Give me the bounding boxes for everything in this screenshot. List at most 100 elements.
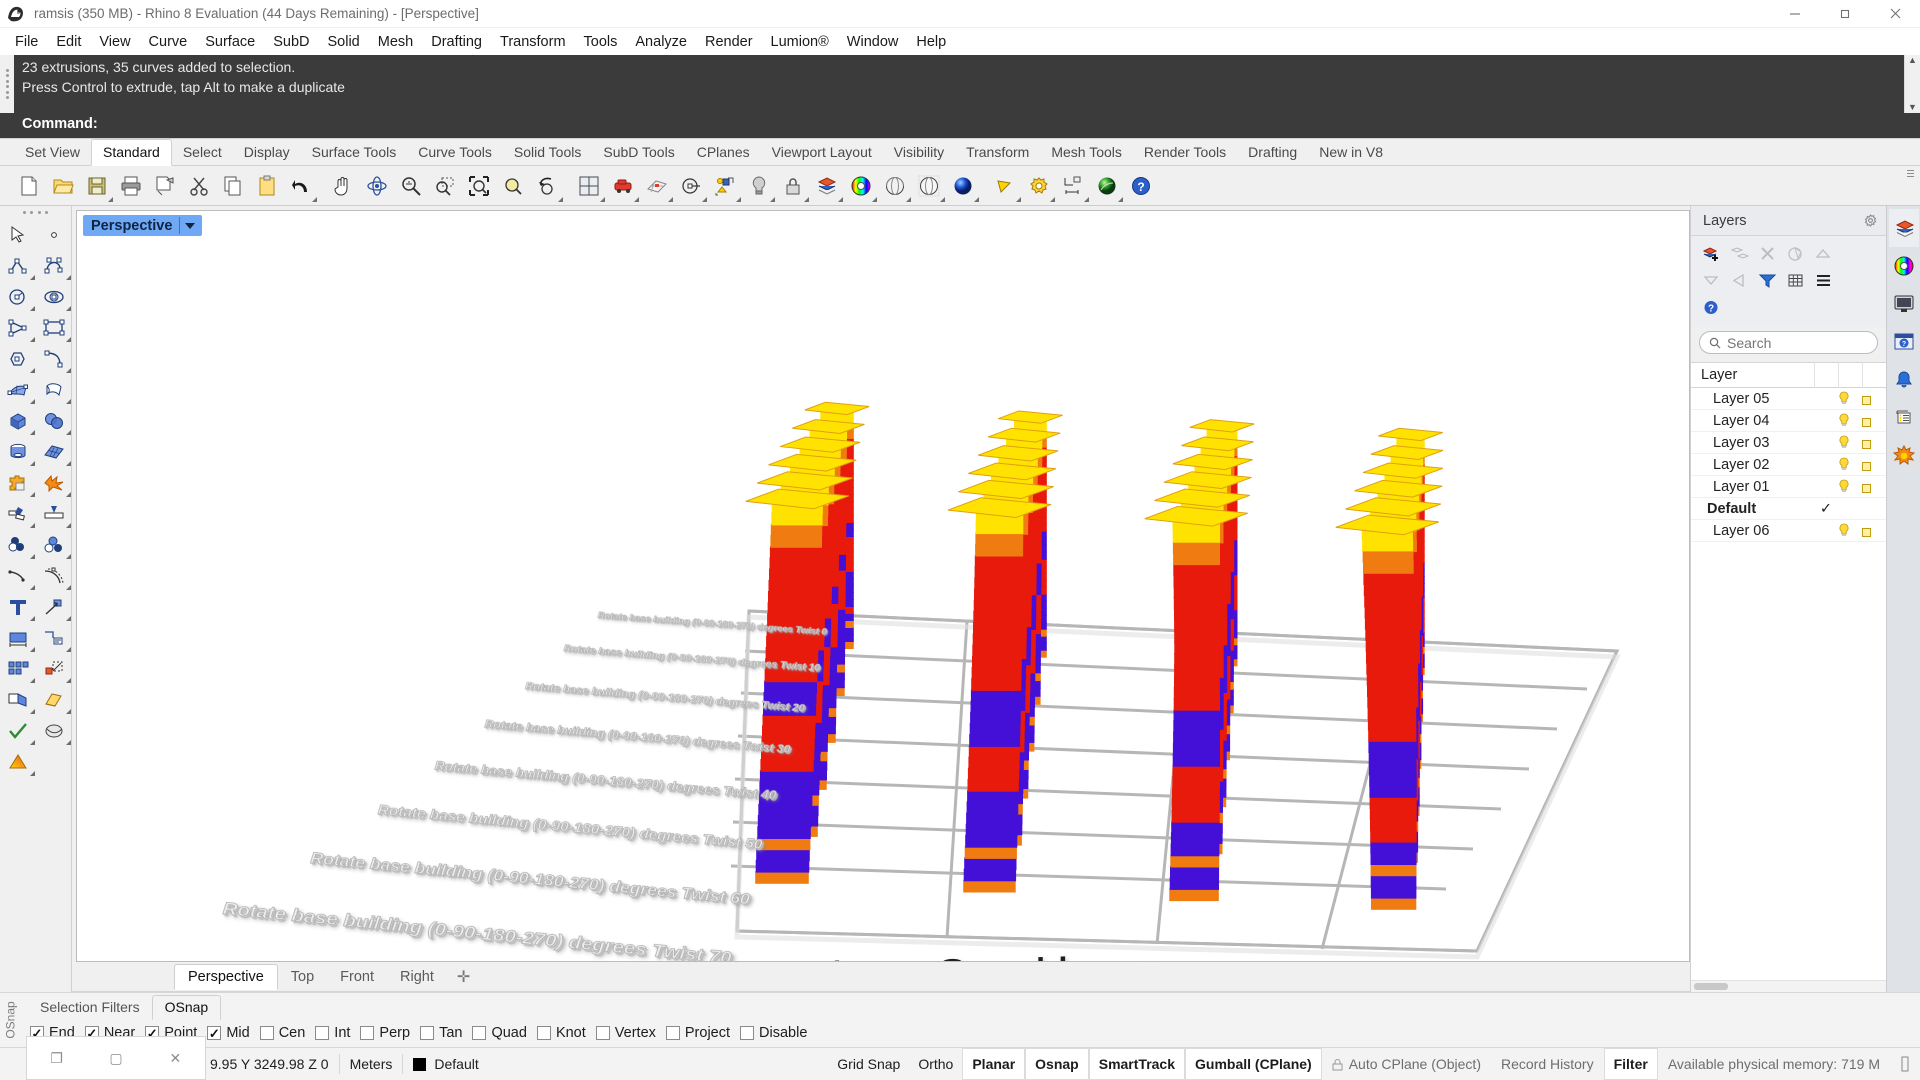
checkbox[interactable]: [536, 1026, 551, 1040]
scroll-down-arrow[interactable]: ▼: [1908, 103, 1917, 112]
copy-popup-icon[interactable]: ❐: [40, 1043, 74, 1073]
command-grip[interactable]: [0, 55, 14, 113]
boolean-spheres-icon[interactable]: [36, 405, 72, 436]
hexagon-icon[interactable]: [0, 343, 36, 374]
checkbox[interactable]: [595, 1026, 610, 1040]
toolbar-tab-transform[interactable]: Transform: [955, 140, 1040, 165]
zoom-icon[interactable]: [394, 169, 428, 203]
polyline-icon[interactable]: [0, 250, 36, 281]
menu-item-file[interactable]: File: [6, 31, 47, 53]
status-resize-grip[interactable]: [1890, 1048, 1920, 1080]
boolean-difference-icon[interactable]: [0, 529, 36, 560]
color-wheel-icon[interactable]: [844, 169, 878, 203]
rendered-sphere-icon[interactable]: [946, 169, 980, 203]
lightbulb-icon[interactable]: [1838, 413, 1862, 428]
arc-icon[interactable]: [36, 343, 72, 374]
help-icon[interactable]: ?: [1124, 169, 1158, 203]
square-popup-icon[interactable]: ▢: [99, 1043, 133, 1073]
osnap-check-int[interactable]: Int: [313, 1024, 356, 1042]
perspective-viewport[interactable]: Perspective Rotate base building (0-90-1…: [76, 210, 1690, 962]
cylinder-icon[interactable]: [0, 436, 36, 467]
new-file-icon[interactable]: [12, 169, 46, 203]
lightbulb-icon[interactable]: [1838, 435, 1862, 450]
close-popup-icon[interactable]: ✕: [158, 1043, 192, 1073]
gear-icon[interactable]: [1863, 213, 1878, 228]
status-auto-cplane[interactable]: Auto CPlane (Object): [1322, 1048, 1491, 1080]
zoom-extents-icon[interactable]: [462, 169, 496, 203]
explode-icon[interactable]: [36, 467, 72, 498]
offset-curve-icon[interactable]: [36, 560, 72, 591]
status-toggle-grid-snap[interactable]: Grid Snap: [828, 1048, 909, 1080]
layer-current-checkmark[interactable]: ✓: [1814, 501, 1838, 517]
box-solid-icon[interactable]: [0, 405, 36, 436]
menu-item-render[interactable]: Render: [696, 31, 762, 53]
undo-icon[interactable]: [284, 169, 318, 203]
checkbox[interactable]: [315, 1026, 330, 1040]
circle-icon[interactable]: [0, 281, 36, 312]
minimize-button[interactable]: [1770, 0, 1820, 28]
ellipse-icon[interactable]: [36, 281, 72, 312]
rectangle-icon[interactable]: [36, 312, 72, 343]
osnap-tab-osnap[interactable]: OSnap: [151, 995, 222, 1020]
fillet-curve-icon[interactable]: [0, 560, 36, 591]
named-cplane-icon[interactable]: [708, 169, 742, 203]
point-icon[interactable]: [36, 219, 72, 250]
lightbulb-icon[interactable]: [1838, 523, 1862, 538]
transform-icon[interactable]: [36, 591, 72, 622]
filter-icon[interactable]: [1755, 269, 1779, 291]
status-toggle-osnap[interactable]: Osnap: [1025, 1048, 1089, 1080]
layers-column-on[interactable]: [1838, 362, 1862, 388]
layer-lock-cell[interactable]: [1862, 525, 1886, 537]
layers-icon[interactable]: [810, 169, 844, 203]
lightbulb-icon[interactable]: [1838, 391, 1862, 406]
light-bulb-icon[interactable]: [742, 169, 776, 203]
menu-item-view[interactable]: View: [90, 31, 139, 53]
zoom-selected-icon[interactable]: [496, 169, 530, 203]
ghosted-sphere-icon[interactable]: [912, 169, 946, 203]
menu-item-subd[interactable]: SubD: [264, 31, 318, 53]
boolean-intersection-icon[interactable]: [36, 529, 72, 560]
osnap-check-cen[interactable]: Cen: [258, 1024, 312, 1042]
checkbox[interactable]: [259, 1026, 274, 1040]
shaded-sphere-icon[interactable]: [878, 169, 912, 203]
display-rail-icon[interactable]: [1889, 285, 1919, 323]
layer-row-layer-06[interactable]: Layer 06: [1691, 520, 1886, 542]
viewport-tab-add-button[interactable]: ✛: [447, 965, 480, 989]
layer-lock-cell[interactable]: [1862, 437, 1886, 449]
four-view-icon[interactable]: [572, 169, 606, 203]
status-units[interactable]: Meters: [340, 1048, 403, 1080]
osnap-check-tan[interactable]: Tan: [418, 1024, 468, 1042]
layer-row-layer-04[interactable]: Layer 04: [1691, 410, 1886, 432]
command-prompt[interactable]: Command:: [0, 113, 1920, 139]
scroll-up-arrow[interactable]: ▲: [1908, 56, 1917, 65]
toolbar-tab-set-view[interactable]: Set View: [14, 140, 91, 165]
scrollbar-thumb[interactable]: [1694, 983, 1728, 990]
layer-row-default[interactable]: Default ✓: [1691, 498, 1886, 520]
color-wheel-rail-icon[interactable]: [1889, 247, 1919, 285]
status-record-history[interactable]: Record History: [1491, 1048, 1604, 1080]
grid-view-icon[interactable]: [1783, 269, 1807, 291]
new-layer-icon[interactable]: [1699, 242, 1723, 264]
search-input[interactable]: [1727, 334, 1868, 351]
checkbox[interactable]: [420, 1026, 435, 1040]
toolbar-tab-subd-tools[interactable]: SubD Tools: [592, 140, 685, 165]
viewport-tab-right[interactable]: Right: [387, 965, 447, 989]
blank-tool-icon[interactable]: [36, 746, 72, 777]
menu-item-mesh[interactable]: Mesh: [369, 31, 422, 53]
checkbox[interactable]: [740, 1026, 755, 1040]
delete-layer-icon[interactable]: [1755, 242, 1779, 264]
grid-snap-icon[interactable]: [640, 169, 674, 203]
status-toggle-gumball[interactable]: Gumball (CPlane): [1185, 1048, 1322, 1080]
layer-lock-cell[interactable]: [1862, 393, 1886, 405]
mesh-plane-icon[interactable]: [36, 436, 72, 467]
curve-icon[interactable]: [36, 250, 72, 281]
toolbar-tab-select[interactable]: Select: [172, 140, 233, 165]
osnap-check-project[interactable]: Project: [664, 1024, 736, 1042]
checkbox[interactable]: [360, 1026, 375, 1040]
dimension-icon[interactable]: [1056, 169, 1090, 203]
select-objects-icon[interactable]: [1783, 242, 1807, 264]
move-down-icon[interactable]: [1699, 269, 1723, 291]
checkbox[interactable]: [472, 1026, 487, 1040]
named-view-icon[interactable]: [606, 169, 640, 203]
osnap-check-quad[interactable]: Quad: [470, 1024, 532, 1042]
